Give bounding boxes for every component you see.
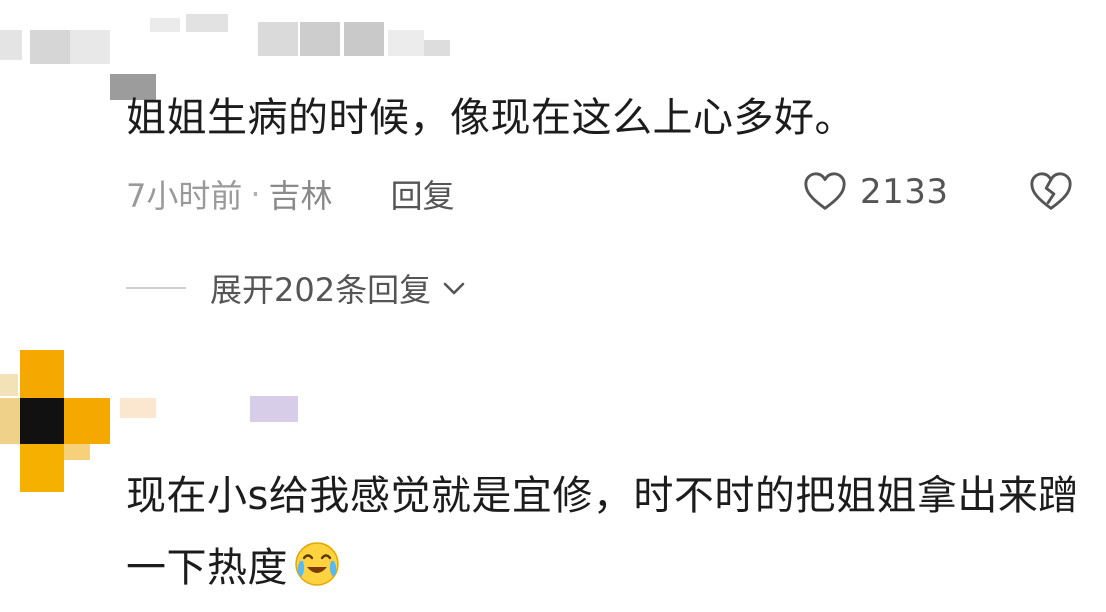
comment-1-location: 吉林: [268, 177, 333, 215]
comment-1-meta: 7小时前 · 吉林 回复: [126, 170, 455, 218]
like-count: 2133: [860, 172, 949, 212]
user-1-avatar-mosaic[interactable]: [0, 0, 460, 100]
user-2-avatar-mosaic[interactable]: [0, 350, 120, 495]
expand-replies-button[interactable]: 展开202条回复: [126, 262, 469, 314]
crying-laughing-emoji-icon: [292, 539, 342, 589]
comment-1-text: 姐姐生病的时候，像现在这么上心多好。: [126, 95, 855, 141]
comment-2-text: 现在小s给我感觉就是宜修，时不时的把姐姐拿出来蹭一下热度: [126, 460, 1086, 604]
dislike-button[interactable]: [1028, 166, 1074, 218]
comment-1-time: 7小时前: [126, 177, 243, 215]
like-button[interactable]: 2133: [802, 166, 949, 218]
reply-button[interactable]: 回复: [391, 171, 455, 217]
meta-separator: ·: [250, 175, 261, 213]
user-2-name-mosaic[interactable]: [120, 390, 310, 430]
expand-replies-label: 展开202条回复: [210, 271, 432, 309]
heart-outline-icon: [802, 169, 848, 215]
chevron-down-icon: [431, 273, 469, 303]
divider-line: [126, 287, 186, 289]
comment-2-body: 现在小s给我感觉就是宜修，时不时的把姐姐拿出来蹭一下热度: [126, 473, 1079, 591]
broken-heart-icon: [1028, 169, 1074, 215]
